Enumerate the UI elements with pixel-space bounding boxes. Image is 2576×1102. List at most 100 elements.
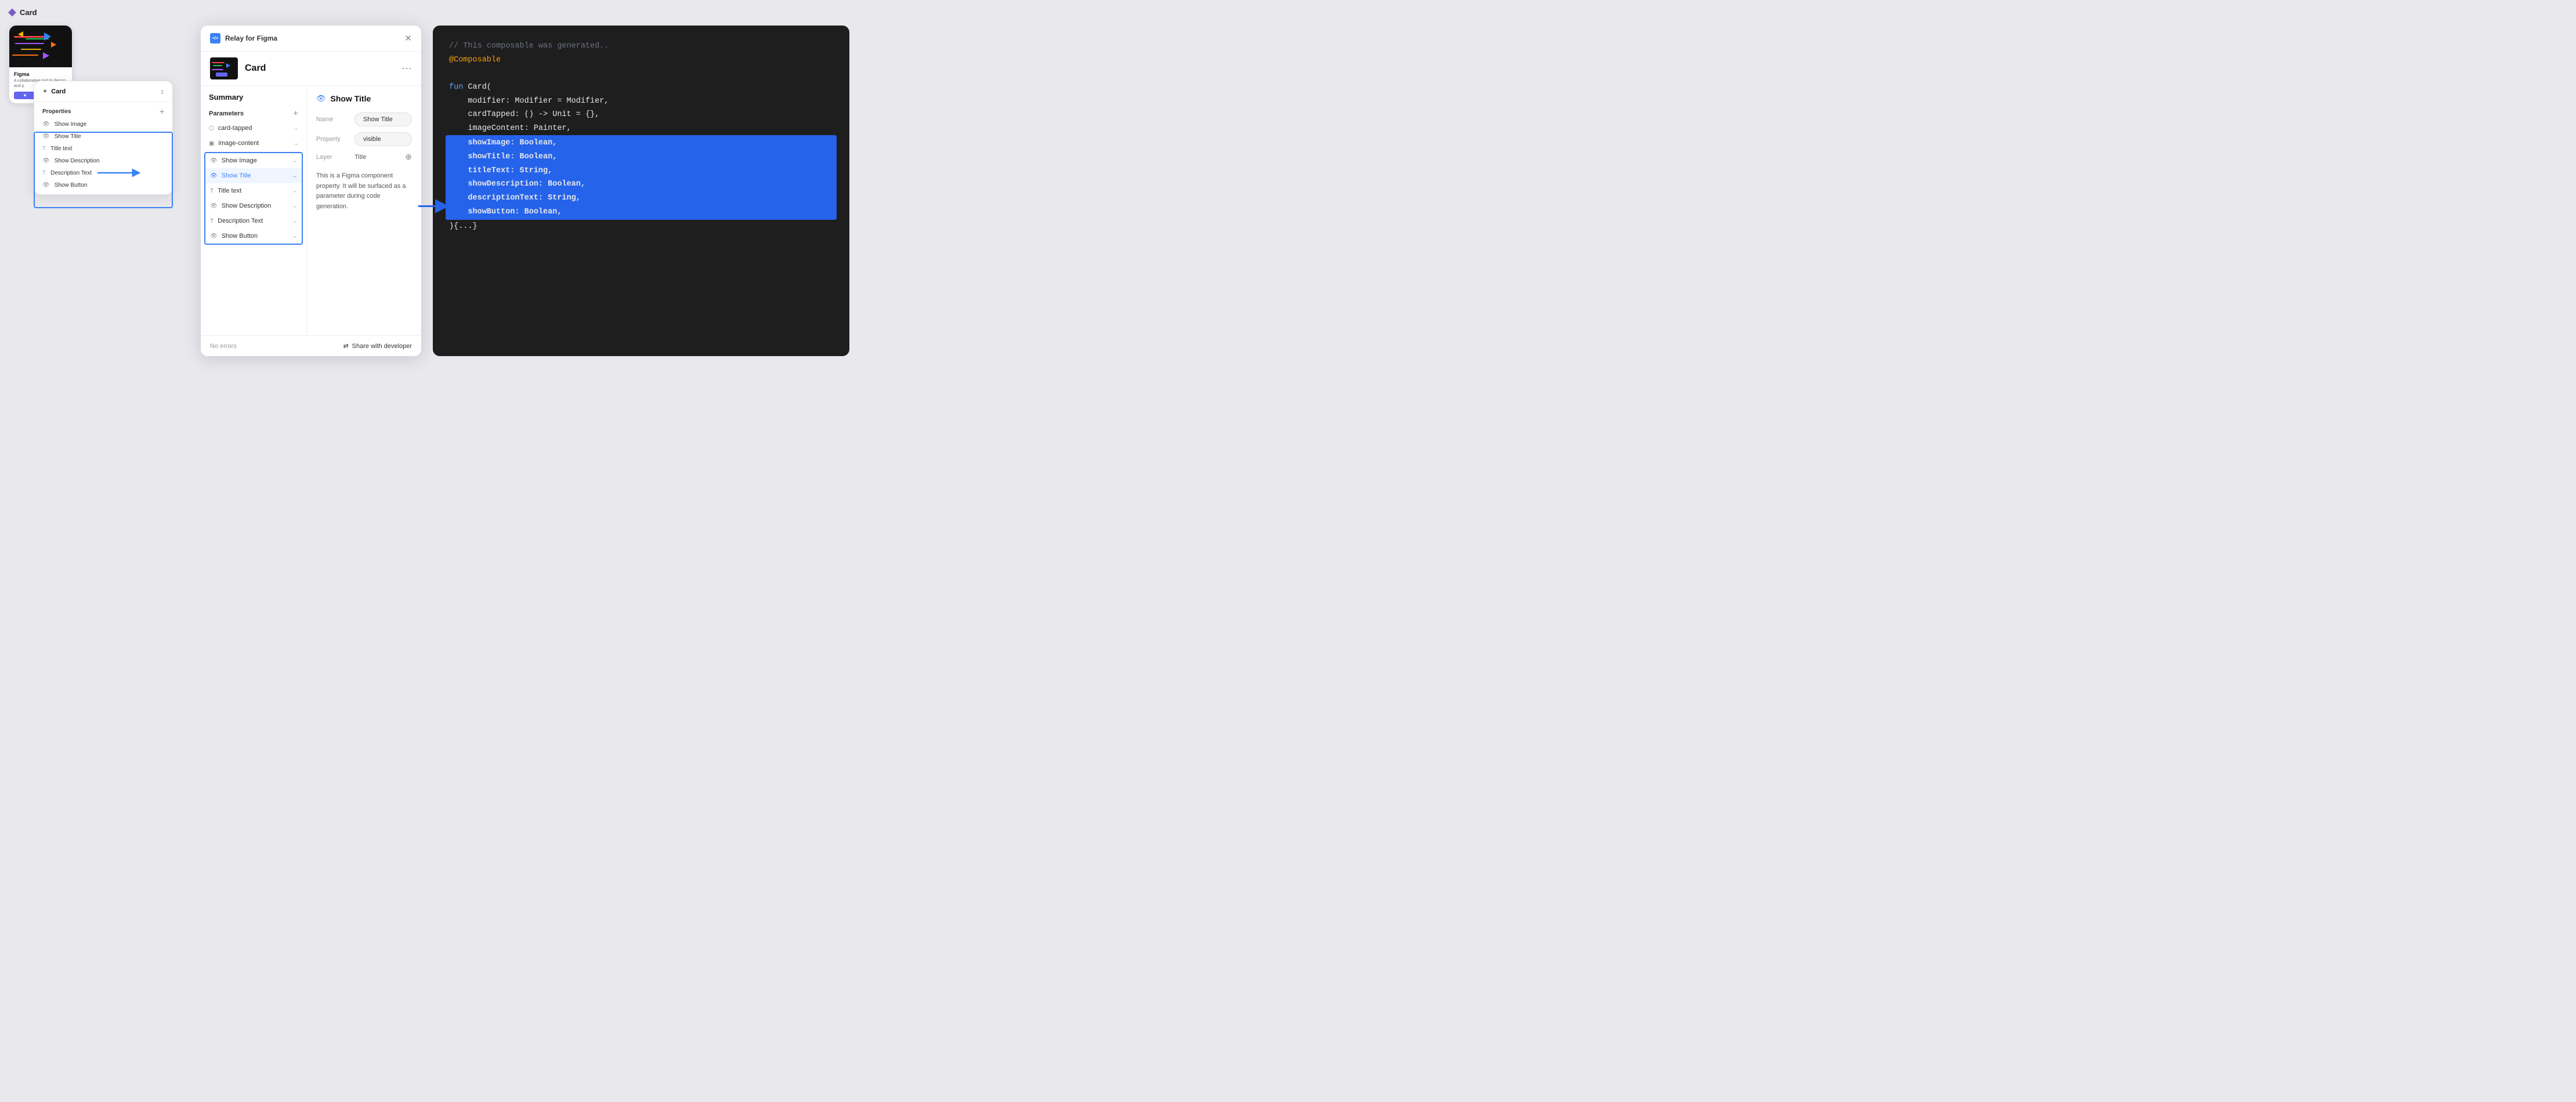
relay-description: This is a Figma component property. It w… [316, 171, 412, 212]
arrow-icon: → [293, 140, 298, 146]
code-line-comment: // This composable was generated.. [449, 39, 833, 53]
figma-card-title: Figma [14, 71, 67, 77]
code-line-modifier: modifier: Modifier = Modifier, [449, 95, 833, 108]
relay-param-title-text[interactable]: T Title text → [205, 183, 302, 198]
eye-icon: 👁 [210, 233, 218, 240]
field-label-property: Property [316, 136, 350, 143]
field-value-layer: Title [354, 154, 400, 161]
relay-field-property: Property visible [316, 132, 412, 146]
param-label: Show Button [222, 233, 258, 240]
eye-icon: 👁 [42, 121, 50, 128]
eye-icon: 👁 [42, 133, 50, 140]
code-line-cardtapped: cardTapped: () -> Unit = {}, [449, 108, 833, 122]
relay-footer: No errors ⇄ Share with developer [201, 335, 421, 356]
param-label: card-tapped [218, 125, 252, 132]
field-label-name: Name [316, 116, 350, 123]
code-line-showimage: showImage: Boolean, [449, 136, 833, 150]
relay-param-show-title[interactable]: 👁 Show Title → [205, 168, 302, 183]
relay-summary-col: Summary Parameters + ⬡ card-tapped → ▣ [201, 86, 307, 335]
relay-panel-wrapper: </> Relay for Figma ✕ Card ⋯ [201, 26, 421, 356]
relay-params-header: Parameters + [201, 106, 306, 121]
relay-param-show-description[interactable]: 👁 Show Description → [205, 198, 302, 213]
code-panel: // This composable was generated.. @Comp… [433, 26, 849, 356]
relay-body: Summary Parameters + ⬡ card-tapped → ▣ [201, 86, 421, 335]
code-line-imagecontent: imageContent: Painter, [449, 122, 833, 136]
param-label: image-content [218, 140, 259, 147]
relay-add-param-button[interactable]: + [293, 108, 298, 118]
relay-param-show-button[interactable]: 👁 Show Button → [205, 229, 302, 244]
relay-panel: </> Relay for Figma ✕ Card ⋯ [201, 26, 421, 356]
eye-icon: 👁 [42, 158, 50, 164]
param-label: Title text [218, 187, 241, 194]
tap-icon: ⬡ [209, 125, 214, 132]
app-title-bar: Card [8, 8, 37, 17]
relay-no-errors: No errors [210, 343, 237, 350]
relay-close-button[interactable]: ✕ [404, 33, 412, 44]
share-icon: ⇄ [343, 342, 348, 350]
arrow-icon: → [292, 233, 297, 239]
arrow-icon: → [292, 203, 297, 209]
sort-icon: ↕ [161, 87, 165, 96]
properties-panel-title: Card [51, 88, 66, 95]
relay-component-name: Card [245, 63, 395, 74]
property-item-show-image[interactable]: 👁 Show Image [34, 118, 172, 130]
param-label: Show Image [222, 157, 257, 164]
arrow-icon: → [292, 158, 297, 164]
property-item-title-text[interactable]: T Title text [34, 143, 172, 155]
relay-more-dots[interactable]: ⋯ [401, 63, 412, 75]
relay-detail-col: 👁 Show Title Name Show Title Property vi… [307, 86, 421, 335]
code-line-showtitle: showTitle: Boolean, [449, 150, 833, 164]
left-section: Figma A collaborative tool to design and… [9, 26, 189, 356]
param-label: Show Title [222, 172, 251, 179]
image-icon: ▣ [209, 140, 214, 147]
figma-card-button: ♥ [14, 92, 36, 99]
property-item-show-description[interactable]: 👁 Show Description [34, 155, 172, 167]
param-label: Show Description [222, 202, 272, 209]
eye-icon-blue: 👁 [210, 173, 218, 179]
relay-param-image-content[interactable]: ▣ image-content → [201, 136, 306, 151]
relay-header-left: </> Relay for Figma [210, 33, 277, 44]
field-value-name[interactable]: Show Title [354, 113, 412, 126]
code-line-annotation: @Composable [449, 53, 833, 67]
relay-share-button[interactable]: ⇄ Share with developer [343, 342, 412, 350]
target-icon[interactable]: ⊕ [405, 152, 412, 162]
eye-icon: 👁 [210, 158, 218, 164]
arrow-icon: → [292, 188, 297, 194]
arrow-icon: → [292, 218, 297, 224]
properties-header: ✦ Card ↕ [34, 81, 172, 102]
relay-logo: </> [210, 33, 220, 44]
code-line-showdescription: showDescription: Boolean, [449, 177, 833, 191]
relay-detail-title: Show Title [331, 94, 371, 103]
relay-param-description-text[interactable]: T Description Text → [205, 213, 302, 229]
add-property-button[interactable]: + [160, 107, 164, 116]
prop-label: Description Text [50, 170, 92, 176]
relay-params-label: Parameters [209, 110, 244, 117]
field-label-layer: Layer [316, 154, 350, 161]
relay-summary-label: Summary [201, 86, 306, 106]
code-line-titletext: titleText: String, [449, 164, 833, 178]
property-item-show-title[interactable]: 👁 Show Title [34, 130, 172, 143]
prop-label: Show Description [55, 158, 100, 164]
prop-label: Title text [50, 146, 72, 152]
relay-param-show-image[interactable]: 👁 Show Image → [205, 153, 302, 168]
relay-title: Relay for Figma [225, 34, 277, 42]
code-line-descriptiontext: descriptionText: String, [449, 191, 833, 205]
prop-label: Show Image [55, 121, 87, 128]
arrow-icon: → [293, 125, 298, 131]
left-arrow-right [97, 167, 144, 182]
relay-header: </> Relay for Figma ✕ [201, 26, 421, 52]
properties-title-row: ✦ Card [42, 88, 66, 95]
text-icon: T [210, 218, 214, 224]
properties-section-header: Properties + [34, 102, 172, 118]
field-value-property[interactable]: visible [354, 132, 412, 146]
code-highlight-block: showImage: Boolean, showTitle: Boolean, … [446, 135, 837, 220]
eye-icon: 👁 [42, 182, 50, 188]
code-line-close: ){...} [449, 220, 833, 234]
big-blue-arrow [418, 199, 450, 216]
param-label: Description Text [218, 217, 263, 224]
text-icon: T [42, 170, 46, 176]
code-line-showbutton: showButton: Boolean, [449, 205, 833, 219]
text-icon: T [42, 146, 46, 152]
relay-param-card-tapped[interactable]: ⬡ card-tapped → [201, 121, 306, 136]
four-dots-icon: ✦ [42, 88, 48, 95]
